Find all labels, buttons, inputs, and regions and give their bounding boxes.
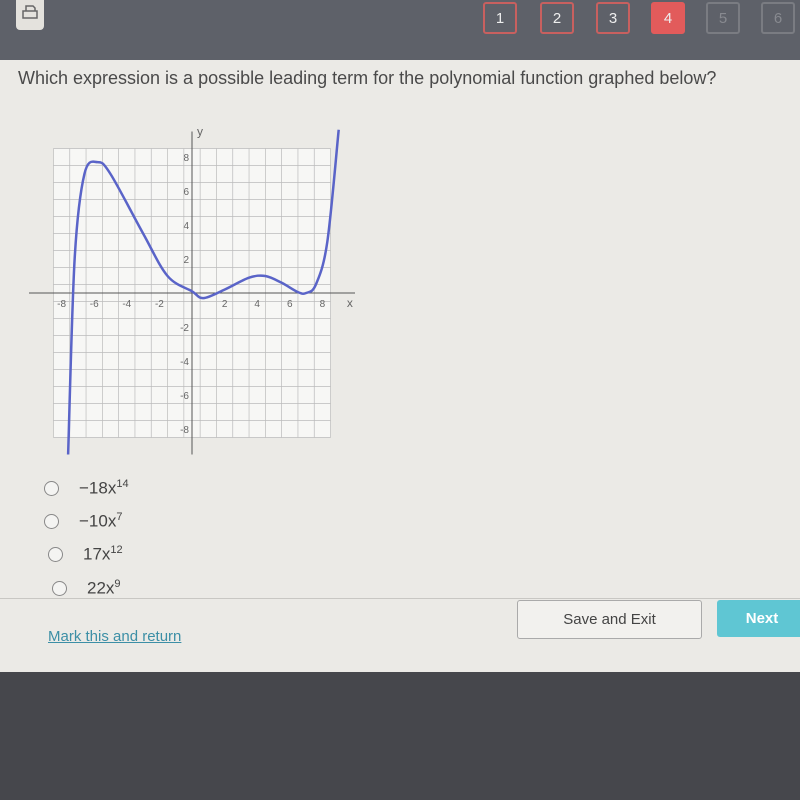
x-tick-label: -4 [122, 299, 131, 310]
radio-button[interactable] [44, 513, 59, 529]
divider [0, 598, 800, 599]
top-bar: 123456 [0, 0, 800, 60]
y-axis-label: y [197, 125, 203, 139]
option-1[interactable]: −18x14 [44, 478, 129, 499]
y-tick-label: 4 [183, 221, 189, 232]
save-and-exit-button[interactable]: Save and Exit [517, 600, 702, 639]
y-tick-label: -4 [180, 357, 189, 368]
x-tick-label: 6 [287, 299, 293, 310]
option-label: −10x7 [79, 511, 123, 531]
next-button[interactable]: Next [717, 600, 800, 637]
y-tick-label: 8 [183, 153, 189, 164]
x-tick-label: -2 [155, 299, 164, 310]
y-tick-label: -8 [180, 425, 189, 436]
question-number-3[interactable]: 3 [596, 2, 630, 34]
x-tick-label: -6 [90, 299, 99, 310]
question-number-2[interactable]: 2 [540, 2, 574, 34]
radio-button[interactable] [52, 580, 67, 596]
y-tick-label: -6 [180, 391, 189, 402]
x-tick-label: 2 [222, 299, 228, 310]
x-tick-label: 8 [320, 299, 326, 310]
polynomial-graph: -8 -6 -4 -2 2 4 6 8 8 6 4 2 -2 -4 -6 -8 x y [29, 125, 355, 455]
x-axis-label: x [347, 296, 353, 310]
y-tick-label: 2 [183, 255, 189, 266]
option-4[interactable]: 22x9 [52, 578, 121, 599]
radio-button[interactable] [48, 546, 63, 562]
print-button[interactable] [16, 0, 44, 30]
question-number-6: 6 [761, 2, 795, 34]
printer-icon [22, 5, 38, 19]
x-tick-label: -8 [57, 299, 66, 310]
option-label: 22x9 [87, 578, 121, 598]
option-label: −18x14 [79, 478, 129, 498]
radio-button[interactable] [44, 480, 59, 496]
y-tick-label: -2 [180, 323, 189, 334]
x-tick-label: 4 [254, 299, 260, 310]
question-number-1[interactable]: 1 [483, 2, 517, 34]
option-label: 17x12 [83, 544, 123, 564]
option-3[interactable]: 17x12 [48, 544, 123, 565]
question-number-4[interactable]: 4 [651, 2, 685, 34]
mark-and-return-link[interactable]: Mark this and return [48, 628, 181, 645]
option-2[interactable]: −10x7 [44, 511, 122, 532]
y-tick-label: 6 [183, 187, 189, 198]
question-number-5: 5 [706, 2, 740, 34]
